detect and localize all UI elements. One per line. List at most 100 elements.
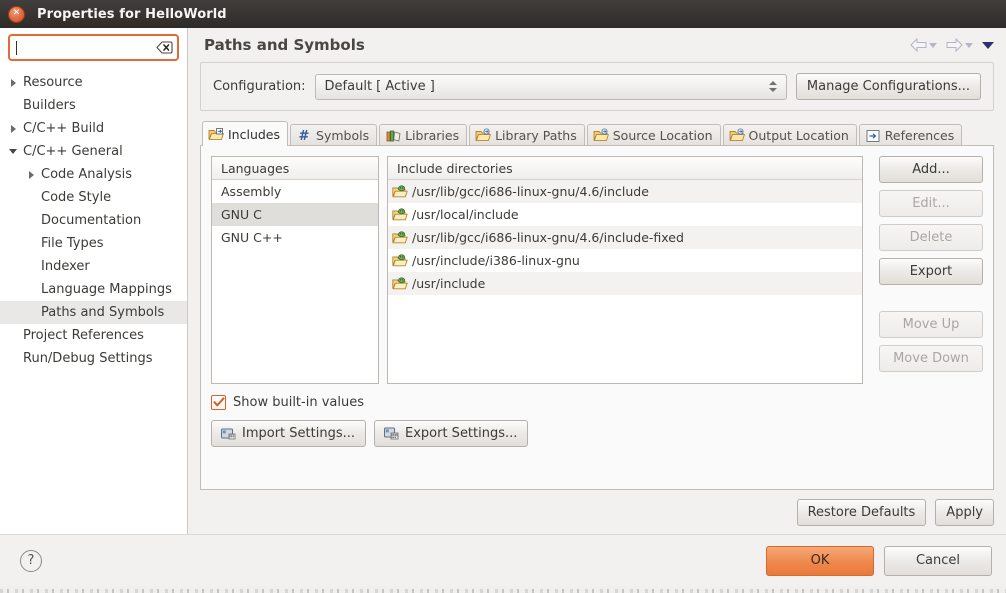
sidebar-item-label: Builders <box>23 98 76 113</box>
includes-tab-panel: Languages Assembly GNU C GNU C++ Include d… <box>200 145 994 490</box>
clear-icon[interactable] <box>156 41 173 55</box>
include-directory-row[interactable]: /usr/lib/gcc/i686-linux-gnu/4.6/include-… <box>388 226 862 249</box>
settings-buttons-row: Import Settings... Export Settings... <box>211 420 983 447</box>
help-icon[interactable]: ? <box>20 549 42 572</box>
sidebar-item-code-style[interactable]: Code Style <box>0 186 187 209</box>
sidebar-item-label: Run/Debug Settings <box>23 351 153 366</box>
tab-label: References <box>884 128 955 143</box>
dialog-footer: ? OK Cancel <box>0 534 1006 586</box>
languages-listbox[interactable]: Languages Assembly GNU C GNU C++ <box>211 156 379 384</box>
include-directories-listbox[interactable]: Include directories /usr/lib/gcc/i686-li… <box>387 156 863 384</box>
include-directory-path: /usr/lib/gcc/i686-linux-gnu/4.6/include-… <box>412 230 684 245</box>
builtin-folder-icon <box>392 253 408 268</box>
back-button[interactable] <box>908 36 939 54</box>
tab-output-location[interactable]: Output Location <box>722 124 857 146</box>
tab-symbols[interactable]: # Symbols <box>290 124 378 146</box>
include-directory-row[interactable]: /usr/local/include <box>388 203 862 226</box>
language-row[interactable]: Assembly <box>212 180 378 203</box>
tab-includes[interactable]: Includes <box>202 121 289 146</box>
sidebar-item-label: Language Mappings <box>41 282 172 297</box>
svg-text:#: # <box>299 129 310 143</box>
configuration-select[interactable]: Default [ Active ] <box>314 73 787 100</box>
tab-libraries[interactable]: Libraries <box>379 124 468 146</box>
export-settings-label: Export Settings... <box>405 426 518 441</box>
window-title: Properties for HelloWorld <box>37 6 227 22</box>
language-row[interactable]: GNU C <box>212 203 378 226</box>
chevron-down-icon[interactable] <box>6 149 20 154</box>
show-builtin-values-checkbox[interactable]: Show built-in values <box>211 395 983 410</box>
language-row[interactable]: GNU C++ <box>212 226 378 249</box>
sidebar-item-builders[interactable]: Builders <box>0 94 187 117</box>
include-directory-path: /usr/include/i386-linux-gnu <box>412 253 580 268</box>
settings-sidebar: Resource Builders C/C++ Build C/C++ General… <box>0 28 188 534</box>
button-group-spacer <box>879 292 983 304</box>
add-button[interactable]: Add... <box>879 156 983 183</box>
export-button[interactable]: Export <box>879 258 983 285</box>
apply-button[interactable]: Apply <box>935 498 994 526</box>
sidebar-item-paths-and-symbols[interactable]: Paths and Symbols <box>0 301 187 324</box>
page-menu-button[interactable] <box>980 40 996 51</box>
list-action-buttons: Add... Edit... Delete Export Move Up Move Dow… <box>879 156 983 384</box>
settings-tree: Resource Builders C/C++ Build C/C++ General… <box>0 69 187 534</box>
tab-library-paths[interactable]: Library Paths <box>469 124 585 146</box>
sidebar-item-code-analysis[interactable]: Code Analysis <box>0 163 187 186</box>
show-builtin-values-label: Show built-in values <box>233 395 364 410</box>
lists-row: Languages Assembly GNU C GNU C++ Include d… <box>211 156 983 384</box>
hash-icon: # <box>296 128 312 143</box>
search-input[interactable] <box>8 34 179 61</box>
tab-strip: Includes # Symbols Libraries Library Paths So… <box>200 121 994 146</box>
sidebar-item-label: C/C++ General <box>23 144 123 159</box>
chevron-right-icon[interactable] <box>6 124 20 133</box>
chevron-right-icon[interactable] <box>24 170 38 179</box>
tab-label: Library Paths <box>495 128 577 143</box>
background-content-line <box>0 589 1006 593</box>
import-settings-button[interactable]: Import Settings... <box>211 420 366 447</box>
ok-button[interactable]: OK <box>766 545 874 576</box>
sidebar-item-c-c-build[interactable]: C/C++ Build <box>0 117 187 140</box>
builtin-folder-icon <box>392 230 408 245</box>
cancel-button[interactable]: Cancel <box>884 545 992 576</box>
sidebar-item-label: Paths and Symbols <box>41 305 165 320</box>
sidebar-item-file-types[interactable]: File Types <box>0 232 187 255</box>
sidebar-item-indexer[interactable]: Indexer <box>0 255 187 278</box>
manage-configurations-button[interactable]: Manage Configurations... <box>795 73 981 100</box>
close-icon[interactable]: ✕ <box>8 5 25 23</box>
chevron-down-icon <box>982 41 994 49</box>
tab-references[interactable]: References <box>858 124 963 146</box>
sidebar-item-project-references[interactable]: Project References <box>0 324 187 347</box>
include-directory-row[interactable]: /usr/lib/gcc/i686-linux-gnu/4.6/include <box>388 180 862 203</box>
include-directory-path: /usr/include <box>412 276 486 291</box>
include-directories-rows: /usr/lib/gcc/i686-linux-gnu/4.6/include /… <box>388 180 862 295</box>
sidebar-item-label: Code Style <box>41 190 112 205</box>
chevron-down-icon <box>929 42 937 48</box>
sidebar-item-documentation[interactable]: Documentation <box>0 209 187 232</box>
language-label: GNU C++ <box>221 230 283 245</box>
tab-label: Output Location <box>748 128 849 143</box>
sidebar-item-label: C/C++ Build <box>23 121 105 136</box>
sidebar-item-resource[interactable]: Resource <box>0 71 187 94</box>
include-directory-row[interactable]: /usr/include <box>388 272 862 295</box>
tab-source-location[interactable]: Source Location <box>586 124 721 146</box>
sidebar-item-run-debug-settings[interactable]: Run/Debug Settings <box>0 347 187 370</box>
builtin-folder-icon <box>392 184 408 199</box>
delete-button: Delete <box>879 224 983 251</box>
text-caret <box>16 40 17 55</box>
builtin-folder-icon <box>392 207 408 222</box>
page-title: Paths and Symbols <box>204 36 365 54</box>
chevron-right-icon[interactable] <box>6 78 20 87</box>
sidebar-item-label: Indexer <box>41 259 90 274</box>
spinner-updown-icon <box>768 81 782 92</box>
page-header: Paths and Symbols <box>188 28 1006 62</box>
include-directory-row[interactable]: /usr/include/i386-linux-gnu <box>388 249 862 272</box>
forward-button[interactable] <box>944 36 975 54</box>
sidebar-item-language-mappings[interactable]: Language Mappings <box>0 278 187 301</box>
import-settings-label: Import Settings... <box>242 426 355 441</box>
builtin-folder-icon <box>392 276 408 291</box>
tab-label: Includes <box>228 126 281 142</box>
languages-panel: Languages Assembly GNU C GNU C++ <box>211 156 379 384</box>
page-nav-buttons <box>908 36 996 54</box>
sidebar-search-wrap <box>0 34 187 69</box>
export-settings-button[interactable]: Export Settings... <box>374 420 529 447</box>
sidebar-item-c-c-general[interactable]: C/C++ General <box>0 140 187 163</box>
restore-defaults-button[interactable]: Restore Defaults <box>796 498 927 526</box>
